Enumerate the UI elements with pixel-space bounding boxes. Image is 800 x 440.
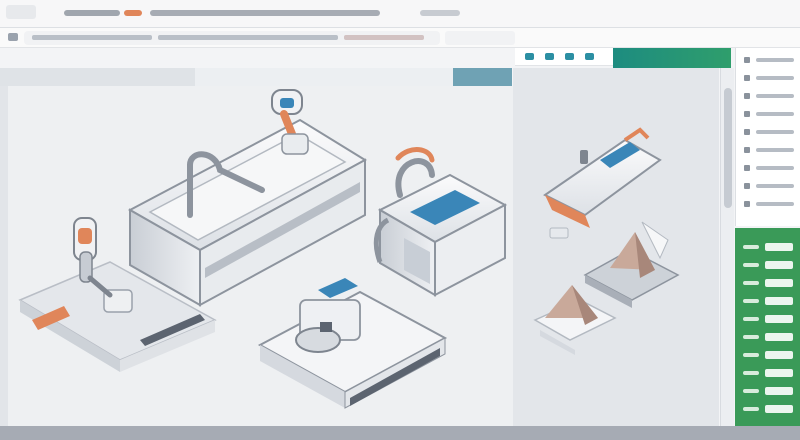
cabinet-unit[interactable] [373,147,508,297]
list-item[interactable] [742,144,800,156]
inspector-row[interactable] [741,278,797,288]
processing-tub[interactable] [127,118,367,307]
inspector-row[interactable] [741,404,797,414]
inspector-row[interactable] [741,296,797,306]
app-window [0,0,800,440]
list-item[interactable] [742,90,800,102]
list-item[interactable] [742,162,800,174]
inspector-row[interactable] [741,260,797,270]
list-item[interactable] [742,180,800,192]
front-tray[interactable] [257,278,448,409]
pyramid-sample-tray[interactable] [533,285,617,355]
list-item[interactable] [742,72,800,84]
properties-list-panel [735,48,800,226]
list-item[interactable] [742,126,800,138]
inspector-panel [735,228,800,428]
isometric-scene [18,89,680,409]
inspector-row[interactable] [741,332,797,342]
list-item[interactable] [742,198,800,210]
inspector-row[interactable] [741,368,797,378]
pyramid-sample-plate[interactable] [583,221,680,308]
status-bar [0,426,800,440]
handheld-device[interactable] [543,127,662,228]
scroll-thumb[interactable] [724,88,732,208]
inspector-row[interactable] [741,242,797,252]
inspector-row[interactable] [741,386,797,396]
small-part[interactable] [549,227,569,239]
inspector-row[interactable] [741,350,797,360]
inspector-row[interactable] [741,314,797,324]
vertical-scrollbar[interactable] [720,68,734,426]
list-item[interactable] [742,54,800,66]
list-item[interactable] [742,108,800,120]
